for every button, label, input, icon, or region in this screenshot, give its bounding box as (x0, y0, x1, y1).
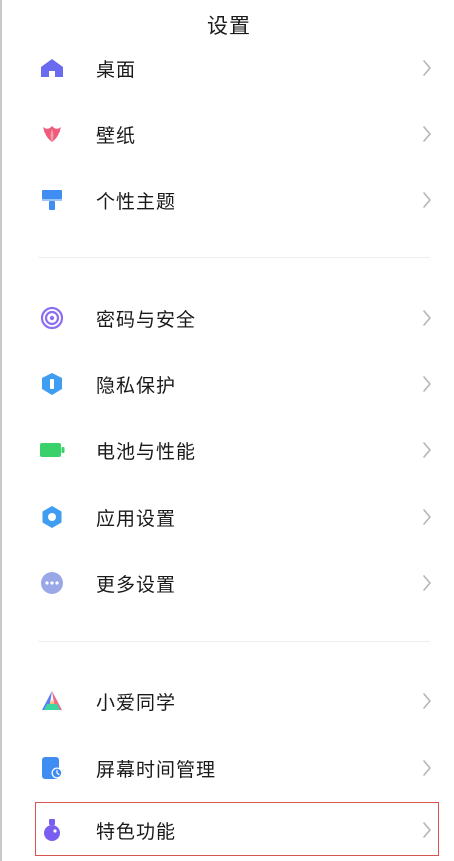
settings-item-label: 个性主题 (96, 191, 177, 213)
privacy-shield-icon (38, 372, 66, 396)
chevron-right-icon (422, 375, 432, 393)
settings-item-battery[interactable]: 电池与性能 (4, 426, 454, 474)
fingerprint-icon (38, 306, 66, 330)
settings-item-special-features[interactable]: 特色功能 (4, 806, 454, 854)
page-title: 设置 (207, 14, 251, 38)
chevron-right-icon (422, 508, 432, 526)
settings-item-app-settings[interactable]: 应用设置 (4, 493, 454, 541)
chevron-right-icon (422, 821, 432, 839)
chevron-right-icon (422, 309, 432, 327)
chevron-right-icon (422, 759, 432, 777)
settings-item-label: 壁纸 (96, 125, 137, 147)
chevron-right-icon (422, 692, 432, 710)
settings-item-label: 桌面 (96, 59, 137, 81)
screen-time-icon (38, 756, 66, 780)
settings-item-label: 更多设置 (96, 574, 177, 596)
tulip-icon (38, 122, 66, 146)
settings-item-password-security[interactable]: 密码与安全 (4, 294, 454, 342)
settings-item-screen-time[interactable]: 屏幕时间管理 (4, 744, 454, 792)
settings-item-privacy[interactable]: 隐私保护 (4, 360, 454, 408)
section-divider (38, 641, 430, 642)
settings-screen: 设置 桌面 壁纸 个性主题 密码与安全 隐私保护 电池与性能 应用设置 更多设置… (0, 0, 454, 861)
settings-item-desktop[interactable]: 桌面 (4, 44, 454, 92)
chevron-right-icon (422, 191, 432, 209)
settings-item-xiaoai[interactable]: 小爱同学 (4, 677, 454, 725)
settings-item-more-settings[interactable]: 更多设置 (4, 559, 454, 607)
more-icon (38, 571, 66, 595)
settings-item-label: 电池与性能 (96, 441, 197, 463)
gear-icon (38, 505, 66, 529)
chevron-right-icon (422, 574, 432, 592)
chevron-right-icon (422, 59, 432, 77)
battery-icon (38, 438, 66, 462)
settings-item-label: 应用设置 (96, 508, 177, 530)
settings-item-label: 隐私保护 (96, 375, 177, 397)
home-icon (38, 56, 66, 80)
section-divider (38, 257, 430, 258)
settings-item-label: 屏幕时间管理 (96, 759, 217, 781)
brush-icon (38, 188, 66, 212)
settings-item-label: 特色功能 (96, 821, 177, 843)
chevron-right-icon (422, 125, 432, 143)
assistant-icon (38, 689, 66, 713)
settings-item-theme[interactable]: 个性主题 (4, 176, 454, 224)
settings-item-wallpaper[interactable]: 壁纸 (4, 110, 454, 158)
chevron-right-icon (422, 441, 432, 459)
settings-item-label: 小爱同学 (96, 692, 177, 714)
settings-item-label: 密码与安全 (96, 309, 197, 331)
flask-icon (38, 818, 66, 842)
